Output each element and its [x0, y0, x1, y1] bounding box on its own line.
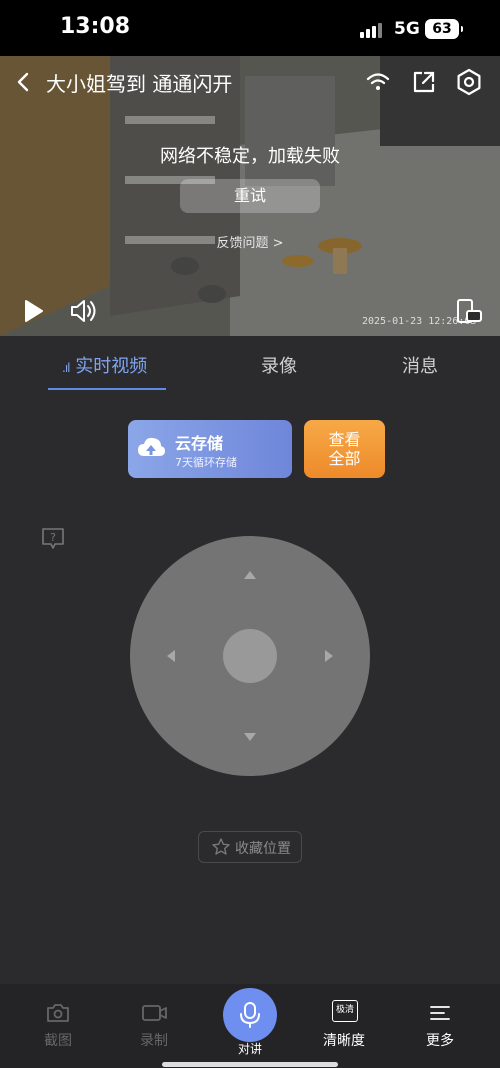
talk-button[interactable] [223, 988, 277, 1042]
network-type: 5G [394, 19, 420, 39]
cloud-upload-icon [138, 437, 165, 456]
tab-messages[interactable]: 消息 [402, 352, 438, 378]
arrow-right-icon[interactable] [325, 650, 333, 662]
ptz-center-knob[interactable] [223, 629, 277, 683]
arrow-up-icon[interactable] [244, 571, 256, 579]
arrow-down-icon[interactable] [244, 733, 256, 741]
favorite-label: 收藏位置 [235, 841, 291, 857]
more-button[interactable]: 更多 [400, 984, 480, 1054]
video-record-icon [142, 1005, 167, 1021]
record-button[interactable]: 录制 [114, 984, 194, 1054]
ptz-control-pad[interactable] [130, 536, 370, 776]
cloud-storage-card[interactable]: 云存储 7天循环存储 [128, 420, 292, 478]
battery-icon: 63 [425, 19, 463, 39]
resolution-icon: 极清 [332, 1000, 358, 1022]
play-icon[interactable] [18, 296, 48, 326]
device-title: 大小姐驾到 通通闪开 [46, 72, 233, 96]
view-all-line1: 查看 [328, 430, 361, 449]
menu-icon [430, 1006, 450, 1020]
tab-live-video[interactable]: .ıl 实时视频 [62, 352, 147, 378]
arrow-left-icon[interactable] [167, 650, 175, 662]
error-message: 网络不稳定，加载失败 [160, 146, 340, 167]
cloud-storage-subtitle: 7天循环存储 [175, 456, 237, 469]
help-icon[interactable]: ? [40, 527, 66, 551]
tab-recordings[interactable]: 录像 [261, 352, 297, 378]
active-tab-indicator [48, 388, 166, 390]
video-player[interactable]: 大小姐驾到 通通闪开 网络不稳定，加载失败 重试 反馈问题 > 2025-01-… [0, 56, 500, 336]
tab-label: 实时视频 [75, 356, 148, 377]
landscape-icon[interactable] [454, 296, 484, 326]
star-icon [212, 838, 230, 855]
view-all-button[interactable]: 查看 全部 [304, 420, 385, 478]
cloud-storage-title: 云存储 [175, 434, 224, 453]
screenshot-button[interactable]: 截图 [18, 984, 98, 1054]
volume-icon[interactable] [68, 296, 98, 326]
status-time: 13:08 [60, 14, 131, 39]
feedback-link[interactable]: 反馈问题 > [0, 232, 500, 251]
view-all-line2: 全部 [328, 449, 361, 468]
signal-icon [360, 22, 386, 38]
resolution-label: 清晰度 [323, 1033, 365, 1049]
record-label: 录制 [140, 1033, 168, 1049]
retry-button[interactable]: 重试 [180, 179, 320, 213]
status-bar: 13:08 5G 63 [0, 0, 500, 56]
wifi-icon[interactable] [364, 68, 392, 96]
back-icon[interactable] [12, 70, 36, 94]
live-signal-icon: .ıl [62, 361, 71, 375]
microphone-icon [240, 1002, 260, 1028]
home-indicator [162, 1062, 338, 1067]
share-icon[interactable] [410, 68, 438, 96]
more-label: 更多 [426, 1033, 454, 1049]
settings-icon[interactable] [455, 68, 483, 96]
favorite-position-button[interactable]: 收藏位置 [198, 831, 302, 863]
svg-text:?: ? [50, 531, 56, 544]
camera-icon [47, 1004, 69, 1022]
tab-bar: .ıl 实时视频 录像 消息 [0, 340, 500, 392]
talk-label: 对讲 [237, 1042, 262, 1056]
screenshot-label: 截图 [44, 1033, 72, 1049]
